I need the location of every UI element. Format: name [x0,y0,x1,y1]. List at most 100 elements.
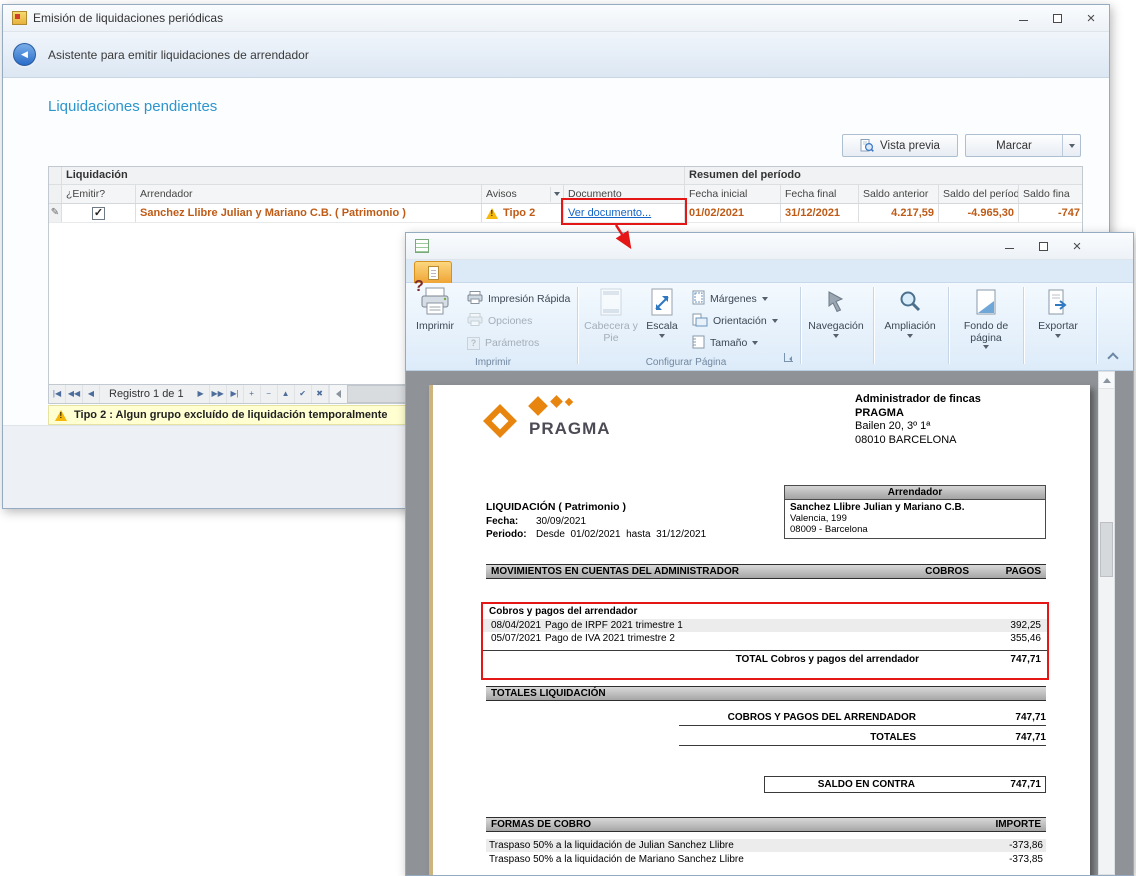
cell-avisos: ! Tipo 2 [482,204,564,222]
annotation-red-box-document: Cobros y pagos del arrendador 08/04/2021… [481,602,1049,680]
marcar-label[interactable]: Marcar [966,140,1062,152]
document-icon [428,266,439,280]
arrendador-addr2: 08009 - Barcelona [790,524,1040,535]
col-header-fecha-inicial[interactable]: Fecha inicial [685,185,781,203]
ribbon: ? Imprimir Impresión Rápida Opciones ? P… [406,283,1133,371]
print-options-icon [467,313,483,329]
impresion-rapida-button[interactable]: Impresión Rápida [464,289,576,309]
nav-edit-button[interactable]: ▲ [278,385,295,403]
company-line1: Administrador de fincas [855,393,1075,407]
opciones-button[interactable]: Opciones [464,311,576,331]
parametros-button[interactable]: ? Parámetros [464,333,576,353]
collapse-ribbon-button[interactable] [1109,349,1117,367]
total-cobros-row: TOTAL Cobros y pagos del arrendador 747,… [483,650,1047,667]
maximize-button[interactable] [1048,11,1066,26]
col-header-arrendador[interactable]: Arrendador [136,185,482,203]
vertical-scrollbar[interactable] [1098,371,1115,875]
doc-periodo-row: Periodo: Desde 01/02/2021 hasta 31/12/20… [486,529,706,540]
emitir-checkbox[interactable]: ✓ [92,207,105,220]
col-header-saldo-final[interactable]: Saldo fina [1019,185,1082,203]
doc-title: LIQUIDACIÓN ( Patrimonio ) [486,501,626,513]
margenes-button[interactable]: Márgenes [689,289,793,309]
movimiento-row: 05/07/2021 Pago de IVA 2021 trimestre 2 … [483,632,1047,645]
company-addr1: Bailen 20, 3º 1ª [855,420,1075,434]
forma-cobro-row: Traspaso 50% a la liquidación de Mariano… [486,853,1046,866]
imprimir-button[interactable]: ? Imprimir [411,284,459,356]
marcar-button[interactable]: Marcar [965,134,1081,157]
chevron-down-icon [1055,334,1061,338]
annotation-red-box [561,198,687,225]
vista-previa-label: Vista previa [880,140,940,152]
nav-prev-page-button[interactable]: ◀◀ [66,385,83,403]
arrendador-name: Sanchez Llibre Julian y Mariano C.B. [790,502,1040,513]
nav-append-button[interactable]: + [244,385,261,403]
chevron-down-icon [907,334,913,338]
tamano-button[interactable]: Tamaño [689,333,793,353]
chevron-down-icon [983,345,989,349]
preview-close-button[interactable]: × [1068,239,1086,254]
nav-last-button[interactable]: ▶| [227,385,244,403]
horizontal-scrollbar-thumb[interactable] [347,385,409,403]
formas-header-bar: FORMAS DE COBRO IMPORTE [486,817,1046,832]
col-header-saldo-periodo[interactable]: Saldo del período [939,185,1019,203]
back-button[interactable]: ◀ [13,43,36,66]
report-icon [415,239,429,253]
nav-first-button[interactable]: |◀ [49,385,66,403]
row-edit-icon: ✎ [51,204,59,222]
nav-next-button[interactable]: ▶ [193,385,210,403]
chevron-down-icon [833,334,839,338]
page-edge-decoration [429,385,433,875]
navigation-icon [824,286,848,318]
nav-prev-button[interactable]: ◀ [83,385,100,403]
nav-delete-button[interactable]: − [261,385,278,403]
margins-icon [692,290,705,308]
col-header-saldo-anterior[interactable]: Saldo anterior [859,185,939,203]
preview-minimize-button[interactable] [1000,239,1018,254]
col-header-avisos[interactable]: Avisos [482,185,564,203]
wizard-title: Asistente para emitir liquidaciones de a… [48,48,309,62]
nav-post-button[interactable]: ✔ [295,385,312,403]
orientacion-button[interactable]: Orientación [689,311,793,331]
company-addr2: 08010 BARCELONA [855,434,1075,448]
cell-arrendador: Sanchez Llibre Julian y Mariano C.B. ( P… [136,204,482,222]
navegacion-button[interactable]: Navegación [805,284,867,356]
app-icon [12,11,27,25]
scroll-left-arrow-icon[interactable] [330,385,347,403]
warning-icon: ! [55,410,67,421]
vista-previa-button[interactable]: Vista previa [842,134,958,157]
document-area: PRAGMA Administrador de fincas PRAGMA Ba… [406,371,1133,875]
orientation-icon [692,313,708,330]
col-header-fecha-final[interactable]: Fecha final [781,185,859,203]
chevron-down-icon [752,341,758,345]
col-header-emitir[interactable]: ¿Emitir? [62,185,136,203]
cabecera-pie-button[interactable]: Cabecera y Pie [584,284,638,356]
cell-fecha-inicial: 01/02/2021 [685,204,781,222]
exportar-button[interactable]: Exportar [1029,284,1087,356]
zoom-icon [898,286,922,318]
nav-cancel-button[interactable]: ✖ [312,385,329,403]
warning-text: Tipo 2 : Algun grupo excluído de liquida… [74,409,388,421]
minimize-button[interactable] [1014,11,1032,26]
group-caption-configurar: Configurar Página [578,357,794,368]
marcar-dropdown-arrow[interactable] [1063,135,1080,156]
cell-saldo-periodo: -4.965,30 [939,204,1019,222]
cell-saldo-final: -747 [1019,204,1082,222]
section-title: Liquidaciones pendientes [48,98,217,115]
preview-maximize-button[interactable] [1034,239,1052,254]
ampliacion-button[interactable]: Ampliación [879,284,941,356]
record-counter: Registro 1 de 1 [100,388,193,400]
scroll-up-arrow-icon[interactable] [1099,372,1114,389]
chevron-down-icon [1069,144,1075,148]
vertical-scrollbar-thumb[interactable] [1100,522,1113,577]
chevron-down-icon [659,334,665,338]
escala-button[interactable]: Escala [640,284,684,356]
close-button[interactable]: × [1082,11,1100,26]
main-titlebar[interactable]: Emisión de liquidaciones periódicas × [3,5,1109,32]
preview-window: × ? Imprimir Impresión Rápida [405,232,1134,876]
dialog-launcher-icon[interactable] [784,349,793,367]
group-header-resumen: Resumen del período [685,167,1082,184]
preview-titlebar[interactable]: × [406,233,1133,260]
warning-icon: ! [486,208,498,219]
nav-next-page-button[interactable]: ▶▶ [210,385,227,403]
fondo-pagina-button[interactable]: Fondo de página [954,284,1018,356]
